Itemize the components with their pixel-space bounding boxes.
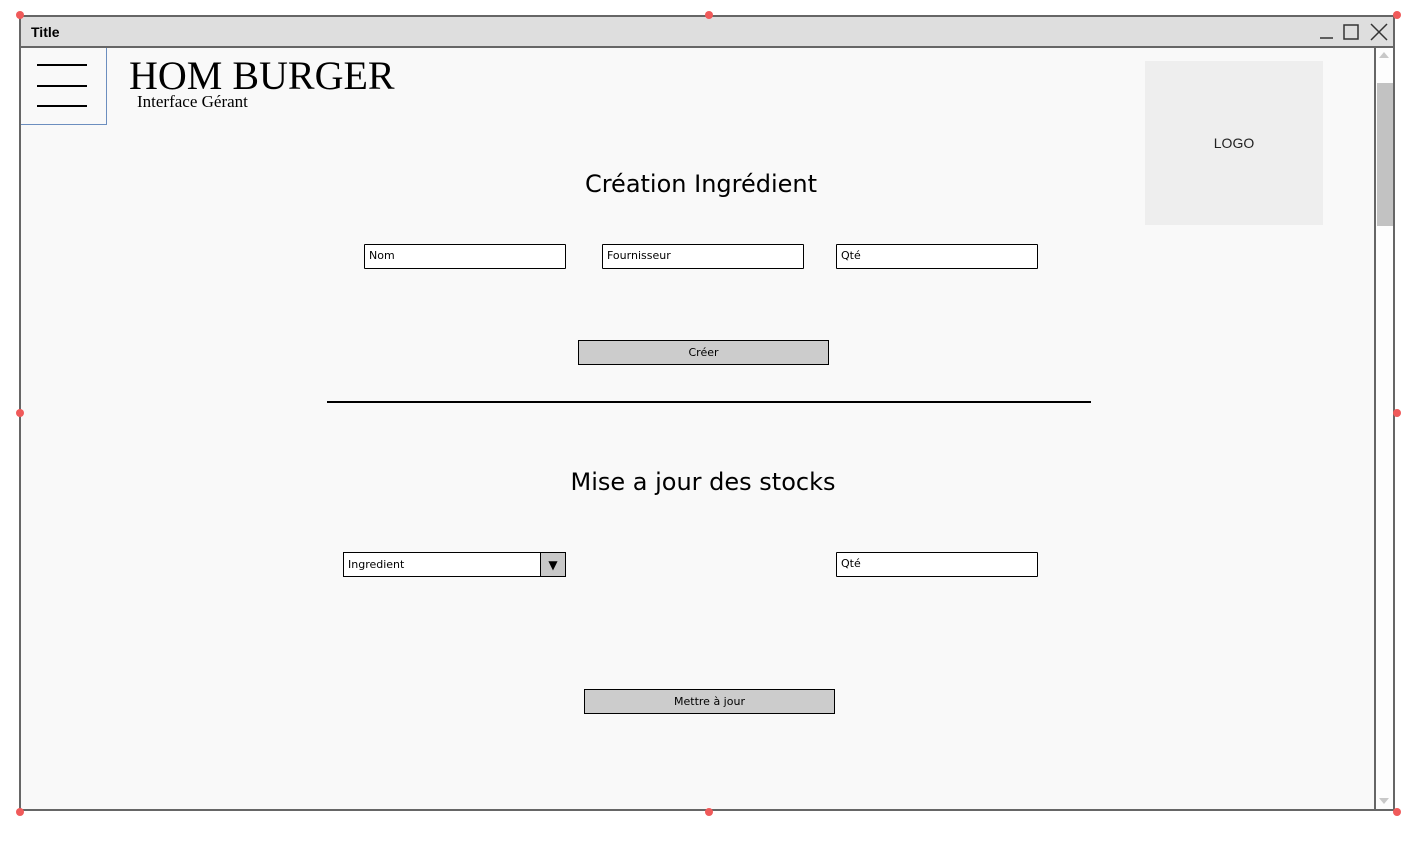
scroll-down-arrow-icon[interactable] (1379, 798, 1389, 804)
selection-handle[interactable] (1393, 11, 1401, 19)
selection-handle[interactable] (16, 11, 24, 19)
selection-handle[interactable] (1393, 409, 1401, 417)
nom-input[interactable]: Nom (364, 244, 566, 269)
fournisseur-placeholder: Fournisseur (607, 249, 671, 262)
selection-handle[interactable] (16, 808, 24, 816)
logo-placeholder: LOGO (1145, 61, 1323, 225)
logo-text: LOGO (1213, 135, 1255, 151)
selection-handle[interactable] (705, 808, 713, 816)
dropdown-arrow-icon[interactable]: ▼ (540, 553, 565, 576)
ingredient-select-value: Ingredient (348, 558, 405, 571)
vertical-scrollbar[interactable] (1374, 48, 1393, 809)
hamburger-menu-icon (37, 64, 87, 66)
hamburger-menu-button[interactable] (21, 48, 107, 125)
creation-section-title: Création Ingrédient (584, 170, 818, 198)
fournisseur-input[interactable]: Fournisseur (602, 244, 804, 269)
creation-qte-input[interactable]: Qté (836, 244, 1038, 269)
app-subtitle: Interface Gérant (137, 92, 248, 111)
section-divider (327, 401, 1091, 403)
stock-qte-input[interactable]: Qté (836, 552, 1038, 577)
creation-qte-placeholder: Qté (841, 249, 861, 262)
update-button[interactable]: Mettre à jour (584, 689, 835, 714)
selection-handle[interactable] (1393, 808, 1401, 816)
close-icon[interactable] (1369, 22, 1389, 42)
app-window: Title HOM BURGER Interface Gérant LOGO C… (19, 15, 1395, 811)
scroll-thumb[interactable] (1377, 83, 1393, 226)
selection-handle[interactable] (705, 11, 713, 19)
stock-qte-placeholder: Qté (841, 557, 861, 570)
selection-handle[interactable] (16, 409, 24, 417)
ingredient-select[interactable]: Ingredient ▼ (343, 552, 566, 577)
stock-update-section-title: Mise a jour des stocks (570, 468, 836, 496)
minimize-icon[interactable] (1317, 22, 1337, 42)
create-button[interactable]: Créer (578, 340, 829, 365)
scroll-up-arrow-icon[interactable] (1379, 52, 1389, 58)
nom-placeholder: Nom (369, 249, 395, 262)
window-title: Title (31, 24, 60, 40)
maximize-icon[interactable] (1341, 22, 1361, 42)
window-titlebar[interactable]: Title (21, 17, 1393, 48)
